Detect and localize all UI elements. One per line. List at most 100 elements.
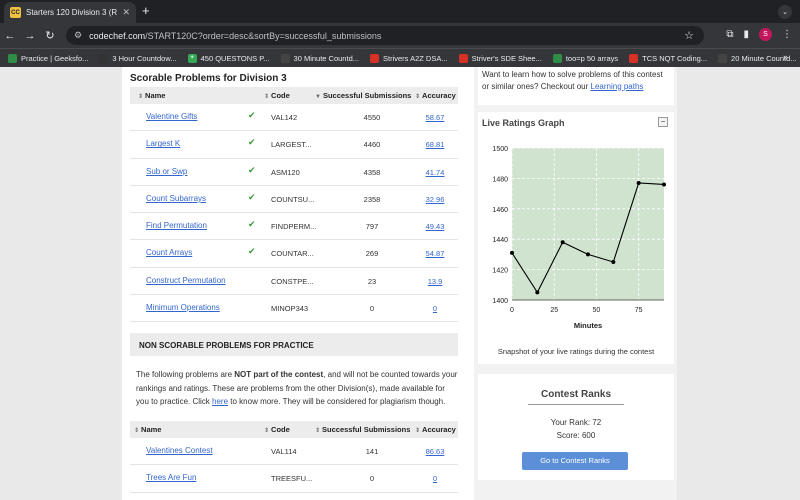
- accuracy-link[interactable]: 49.43: [420, 222, 450, 231]
- bookmark-doc-icon: [99, 53, 109, 63]
- successful-submissions: 4550: [363, 113, 381, 122]
- bookmark-star-icon[interactable]: ☆: [684, 29, 694, 42]
- successful-submissions: 2358: [363, 194, 381, 204]
- successful-submissions: 269: [365, 249, 379, 259]
- problem-name-link[interactable]: Valentines Contest: [146, 446, 213, 455]
- accuracy-link[interactable]: 41.74: [420, 168, 450, 177]
- collapse-icon[interactable]: −: [658, 117, 668, 127]
- successful-submissions: 23: [367, 276, 377, 286]
- successful-submissions: 4358: [363, 167, 381, 177]
- sort-icon: ⇕: [134, 428, 140, 434]
- extensions-icon[interactable]: ⧉: [726, 29, 733, 40]
- y-tick-label: 1440: [492, 237, 508, 244]
- col-acc-header[interactable]: ⇕ Accuracy: [415, 91, 456, 100]
- learning-card: Want to learn how to solve problems of t…: [478, 67, 674, 105]
- codechef-favicon-icon: CC: [10, 7, 21, 18]
- bookmark-label: 30 Minute Countd...: [293, 53, 359, 63]
- accuracy-link[interactable]: 13.9: [420, 277, 450, 286]
- bookmark-item[interactable]: Practice | Geeksfo...: [8, 53, 89, 63]
- close-tab-icon[interactable]: ✕: [122, 7, 130, 18]
- problem-name-link[interactable]: Find Permutation: [146, 221, 207, 230]
- site-info-icon[interactable]: ⚙: [74, 30, 82, 41]
- go-to-contest-ranks-button[interactable]: Go to Contest Ranks: [522, 452, 628, 470]
- accuracy-link[interactable]: 68.81: [420, 140, 450, 149]
- graph-title: Live Ratings Graph: [482, 118, 565, 128]
- problem-code: TREESFU...: [271, 474, 313, 484]
- rating-point: [636, 180, 641, 185]
- problem-name-link[interactable]: Trees Are Fun: [146, 473, 196, 482]
- table-row: Valentines Contest VAL114 141 86.63: [130, 438, 458, 466]
- profile-avatar[interactable]: S: [759, 28, 772, 41]
- problem-name-link[interactable]: Count Arrays: [146, 248, 192, 257]
- problem-name-link[interactable]: Sub or Swp: [146, 167, 187, 176]
- bookmark-item[interactable]: too=p 50 arrays: [552, 53, 618, 63]
- rating-point: [586, 252, 590, 257]
- y-tick-label: 1460: [492, 207, 508, 214]
- sort-icon: ⇕: [415, 428, 421, 434]
- tab-search-icon[interactable]: ⌄: [778, 5, 792, 19]
- forward-icon[interactable]: →: [20, 30, 40, 42]
- reload-icon[interactable]: ↻: [40, 29, 60, 42]
- sort-desc-icon: ▼: [315, 94, 321, 100]
- table-row: Construct Permutation CONSTPE... 23 13.9: [130, 268, 458, 296]
- solved-check-icon: ✔: [248, 191, 256, 202]
- bookmark-tuf-icon: [370, 53, 379, 63]
- rating-point: [560, 240, 565, 245]
- problem-name-link[interactable]: Largest K: [146, 139, 180, 148]
- col-acc-header[interactable]: ⇕ Accuracy: [415, 425, 456, 434]
- problem-code: FINDPERM...: [271, 222, 317, 232]
- accuracy-link[interactable]: 54.87: [420, 249, 450, 258]
- successful-submissions: 0: [369, 304, 375, 314]
- new-tab-icon[interactable]: +: [142, 4, 150, 18]
- col-subs-header[interactable]: ▼ Successful Submissions: [315, 91, 411, 100]
- bookmark-item[interactable]: TCS NQT Coding...: [629, 53, 707, 63]
- solved-check-icon: ✔: [248, 164, 256, 175]
- bookmark-item[interactable]: Strivers A2Z DSA...: [370, 53, 448, 63]
- col-code-header[interactable]: ⇕ Code: [264, 425, 290, 434]
- url-omnibox[interactable]: ⚙ codechef.com/START120C?order=desc&sort…: [66, 26, 704, 45]
- url-text: codechef.com/START120C?order=desc&sortBy…: [89, 31, 381, 41]
- successful-submissions: 0: [369, 474, 375, 484]
- accuracy-link[interactable]: 0: [420, 304, 450, 313]
- more-bookmarks-icon[interactable]: »: [783, 52, 788, 62]
- accuracy-link[interactable]: 32.96: [420, 195, 450, 204]
- bookmark-item[interactable]: +450 QUESTONS P...: [187, 53, 270, 63]
- sort-icon: ⇕: [315, 428, 321, 434]
- col-subs-header[interactable]: ⇕ Successful Submissions: [315, 425, 410, 434]
- bookmark-label: Practice | Geeksfo...: [21, 53, 89, 63]
- back-icon[interactable]: ←: [0, 30, 20, 42]
- here-link[interactable]: here: [212, 397, 228, 406]
- contest-page: Scorable Problems for Division 3 ⇕ Name ⇕…: [122, 67, 677, 500]
- browser-menu-icon[interactable]: ⋮: [782, 29, 792, 40]
- bookmark-doc-icon: [280, 53, 290, 63]
- solved-check-icon: ✔: [248, 110, 256, 120]
- successful-submissions: 141: [365, 447, 379, 456]
- col-name-header[interactable]: ⇕ Name: [138, 91, 165, 100]
- sort-icon: ⇕: [138, 94, 144, 100]
- problem-name-link[interactable]: Construct Permutation: [146, 276, 226, 285]
- accuracy-link[interactable]: 0: [420, 474, 450, 483]
- bookmark-item[interactable]: 30 Minute Countd...: [280, 53, 359, 63]
- learning-text: Want to learn how to solve problems of t…: [482, 70, 663, 91]
- table-row: Count Arrays COUNTAR... 269 54.87 ✔: [130, 240, 458, 268]
- bookmark-item[interactable]: Striver's SDE Shee...: [458, 53, 542, 63]
- problem-code: VAL142: [271, 113, 298, 122]
- accuracy-link[interactable]: 86.63: [420, 447, 450, 456]
- col-code-header[interactable]: ⇕ Code: [264, 91, 290, 100]
- rating-point: [611, 260, 616, 264]
- col-name-header[interactable]: ⇕ Name: [134, 425, 161, 434]
- problem-name-link[interactable]: Valentine Gifts: [146, 112, 197, 121]
- problem-name-link[interactable]: Count Subarrays: [146, 194, 206, 203]
- contest-ranks-card: Contest Ranks Your Rank: 72 Score: 600 G…: [478, 374, 674, 480]
- bookmark-item[interactable]: 3 Hour Countdow...: [99, 53, 177, 63]
- problem-name-link[interactable]: Minimum Operations: [146, 303, 220, 312]
- scorable-table: ⇕ Name ⇕ Code ▼ Successful Submissions ⇕ Acc…: [130, 87, 458, 323]
- table-row: Minimum Operations MINOP343 0 0: [130, 295, 458, 323]
- learning-paths-link[interactable]: Learning paths: [591, 82, 644, 91]
- side-panel-icon[interactable]: ▮: [743, 29, 749, 40]
- table-row: Trees Are Fun TREESFU... 0 0: [130, 465, 458, 493]
- graph-caption: Snapshot of your live ratings during the…: [497, 347, 655, 356]
- browser-tab[interactable]: CC Starters 120 Division 3 (Rated) ✕: [4, 2, 136, 23]
- tab-title: Starters 120 Division 3 (Rated): [26, 8, 118, 17]
- accuracy-link[interactable]: 58.67: [420, 113, 450, 122]
